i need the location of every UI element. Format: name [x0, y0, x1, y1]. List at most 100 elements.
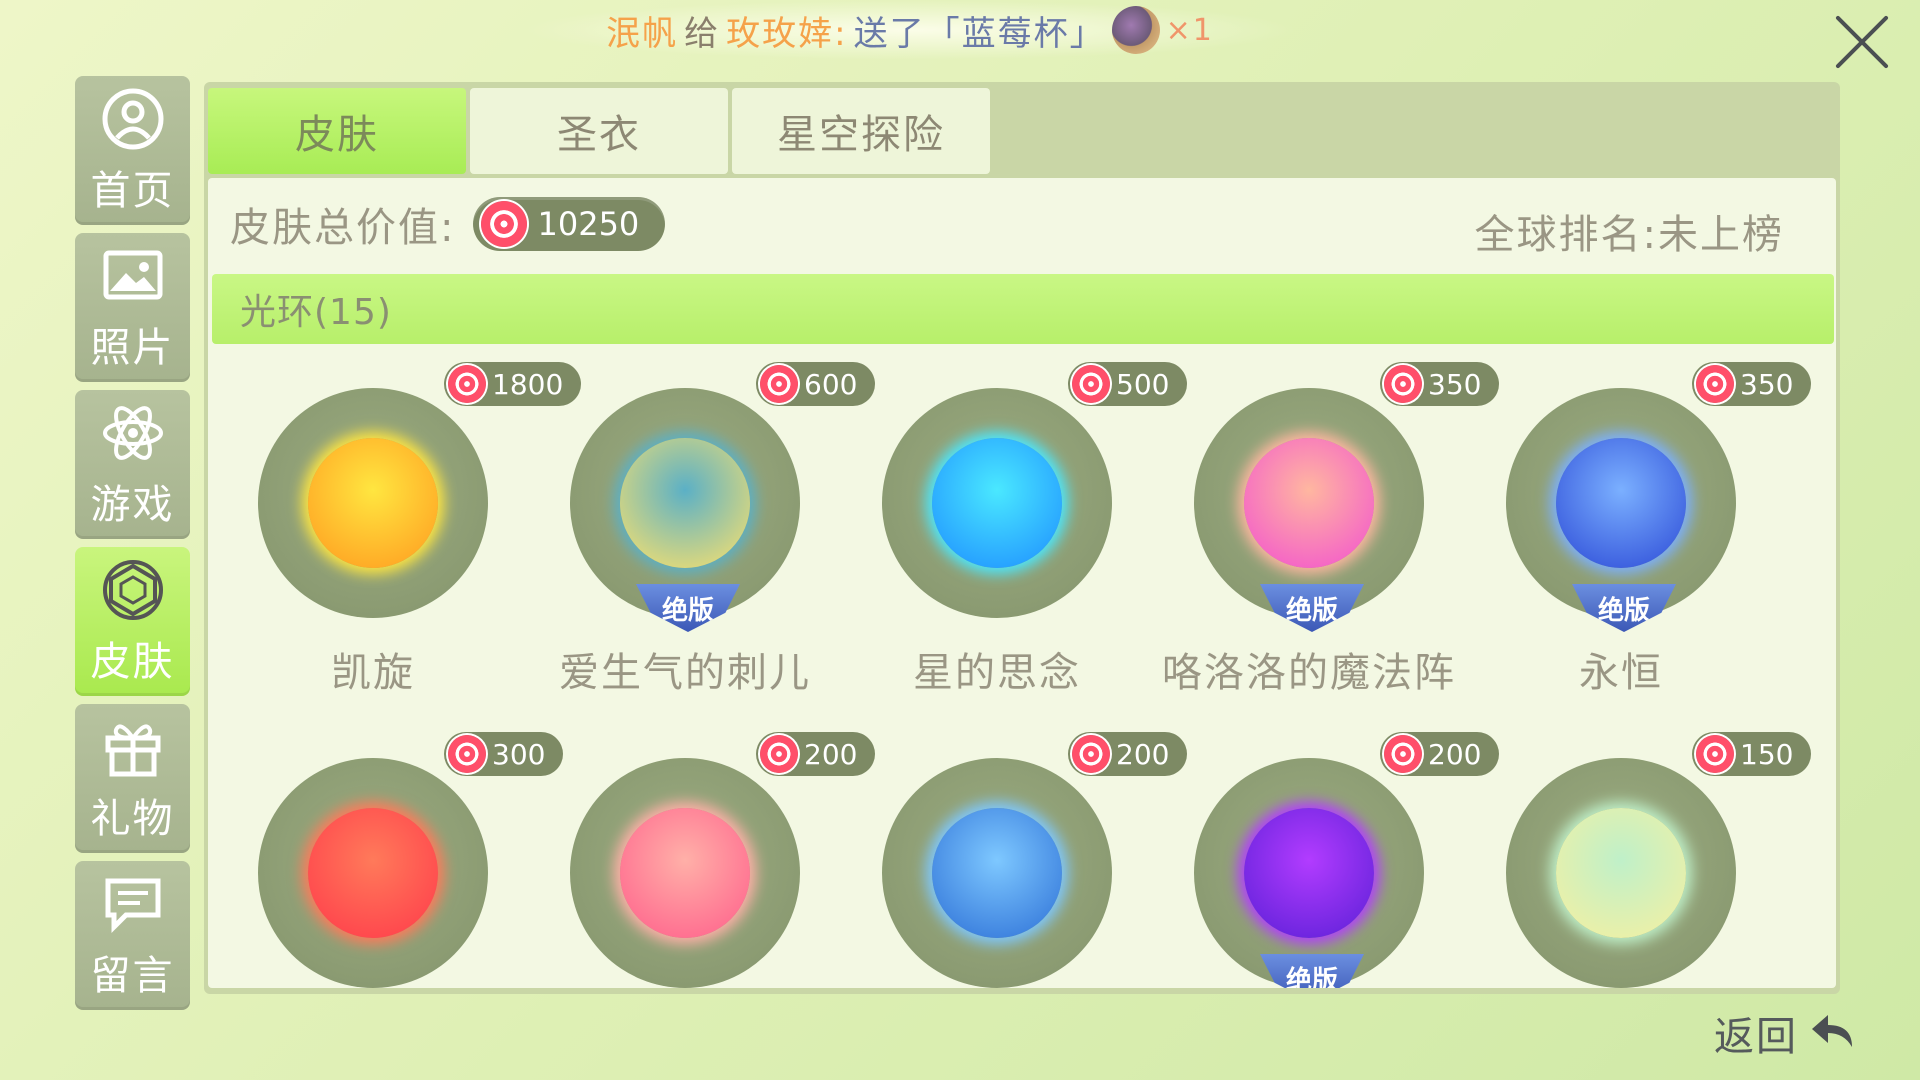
price-tag: 600	[756, 362, 876, 406]
global-rank: 全球排名:未上榜	[1474, 212, 1784, 258]
aura-name: 凯旋	[331, 650, 415, 696]
price-value: 500	[1116, 367, 1170, 401]
aura-item[interactable]: 350 绝版 咯洛洛的魔法阵	[1162, 362, 1506, 728]
aura-item[interactable]: 1800 凯旋	[258, 362, 582, 728]
aura-frame	[1506, 388, 1736, 618]
price-tag: 1800	[444, 362, 582, 406]
price-tag: 150	[1692, 732, 1812, 776]
candy-currency-icon	[1072, 735, 1110, 773]
sidebar-item-photos[interactable]: 照片	[75, 233, 190, 382]
price-tag: 500	[1068, 362, 1188, 406]
user-icon	[102, 88, 163, 149]
candy-currency-icon	[448, 735, 486, 773]
price-value: 200	[804, 737, 858, 771]
sidebar-item-games[interactable]: 游戏	[75, 390, 190, 539]
candy-currency-icon	[760, 365, 798, 403]
price-tag: 200	[1068, 732, 1188, 776]
aura-preview	[932, 808, 1062, 938]
aura-preview	[620, 808, 750, 938]
aura-item[interactable]: 200 绝版	[1194, 732, 1506, 988]
back-arrow-icon	[1812, 1015, 1852, 1047]
candy-currency-icon	[1384, 365, 1422, 403]
price-tag: 350	[1692, 362, 1812, 406]
aura-preview	[1556, 808, 1686, 938]
price-value: 350	[1428, 367, 1482, 401]
price-tag: 350	[1380, 362, 1500, 406]
atom-icon	[102, 405, 163, 460]
aura-preview	[1244, 438, 1374, 568]
tab-skins[interactable]: 皮肤	[208, 88, 466, 174]
candy-currency-icon	[760, 735, 798, 773]
aura-item[interactable]: 200	[570, 732, 882, 988]
notice-count: ×1	[1165, 12, 1214, 48]
limited-edition-badge: 绝版	[1260, 954, 1364, 988]
photo-icon	[103, 250, 162, 299]
price-value: 150	[1740, 737, 1794, 771]
message-icon	[105, 878, 160, 933]
close-icon[interactable]	[1832, 12, 1892, 72]
aura-item[interactable]: 500 星的思念	[882, 362, 1194, 728]
back-button[interactable]: 返回	[1714, 1004, 1860, 1062]
blueberry-cup-icon	[1111, 6, 1160, 54]
price-value: 350	[1740, 367, 1794, 401]
tab-star-adventure[interactable]: 星空探险	[732, 88, 990, 174]
skins-content: 皮肤总价值: 10250 全球排名:未上榜 光环(15) 1800 凯旋 600 绝版…	[208, 178, 1836, 988]
aura-frame	[258, 388, 488, 618]
tab-bar: 皮肤 圣衣 星空探险	[208, 88, 990, 174]
candy-currency-icon	[1696, 365, 1734, 403]
candy-currency-icon	[481, 201, 528, 247]
limited-edition-badge: 绝版	[636, 584, 740, 632]
aura-frame	[570, 388, 800, 618]
price-value: 300	[492, 737, 546, 771]
notice-sender: 泯帆	[606, 13, 679, 54]
notice-action: 送了「蓝莓杯」	[853, 13, 1106, 54]
tab-holy-cloth[interactable]: 圣衣	[470, 88, 728, 174]
candy-currency-icon	[1072, 365, 1110, 403]
gift-icon	[105, 723, 160, 776]
total-value-label: 皮肤总价值:	[230, 205, 456, 251]
aura-name: 咯洛洛的魔法阵	[1162, 650, 1456, 696]
aura-frame	[1194, 758, 1424, 988]
aura-frame	[570, 758, 800, 988]
notice-receiver: 玫玫婞:	[726, 13, 848, 54]
price-value: 1800	[492, 367, 564, 401]
aura-frame	[1506, 758, 1736, 988]
sidebar-item-skins[interactable]: 皮肤	[75, 547, 190, 696]
aura-preview	[308, 808, 438, 938]
aura-item[interactable]: 150	[1506, 732, 1818, 988]
sidebar-item-label: 皮肤	[90, 638, 175, 685]
sidebar-item-home[interactable]: 首页	[75, 76, 190, 225]
sidebar-item-label: 礼物	[90, 795, 175, 842]
aura-preview	[308, 438, 438, 568]
sidebar-item-label: 游戏	[90, 481, 175, 528]
aura-name: 永恒	[1579, 650, 1663, 696]
candy-currency-icon	[1696, 735, 1734, 773]
section-header[interactable]: 光环(15)	[212, 274, 1834, 344]
candy-currency-icon	[1384, 735, 1422, 773]
aura-name: 星的思念	[913, 650, 1081, 696]
price-tag: 300	[444, 732, 564, 776]
aura-frame	[882, 758, 1112, 988]
aura-frame	[258, 758, 488, 988]
total-value-badge: 10250	[473, 197, 666, 251]
aura-preview	[1244, 808, 1374, 938]
aura-item[interactable]: 300	[258, 732, 570, 988]
gift-notice: 泯帆 给 玫玫婞: 送了「蓝莓杯」 ×1	[520, 0, 1300, 60]
main-panel: 皮肤 圣衣 星空探险 皮肤总价值: 10250 全球排名:未上榜 光环(15) …	[204, 82, 1840, 994]
gem-icon	[102, 559, 163, 620]
sidebar: 首页 照片 游戏 皮肤 礼物 留言	[75, 76, 190, 1018]
aura-item[interactable]: 350 绝版 永恒	[1506, 362, 1818, 728]
price-value: 200	[1428, 737, 1482, 771]
aura-item[interactable]: 200	[882, 732, 1194, 988]
aura-item[interactable]: 600 绝版爱生气的刺儿	[559, 362, 882, 728]
price-tag: 200	[756, 732, 876, 776]
sidebar-item-gifts[interactable]: 礼物	[75, 704, 190, 853]
price-tag: 200	[1380, 732, 1500, 776]
total-value: 10250	[537, 205, 640, 243]
section-title: 光环(15)	[240, 292, 392, 333]
price-value: 200	[1116, 737, 1170, 771]
aura-name: 爱生气的刺儿	[559, 650, 811, 696]
aura-frame	[1194, 388, 1424, 618]
sidebar-item-messages[interactable]: 留言	[75, 861, 190, 1010]
aura-frame	[882, 388, 1112, 618]
